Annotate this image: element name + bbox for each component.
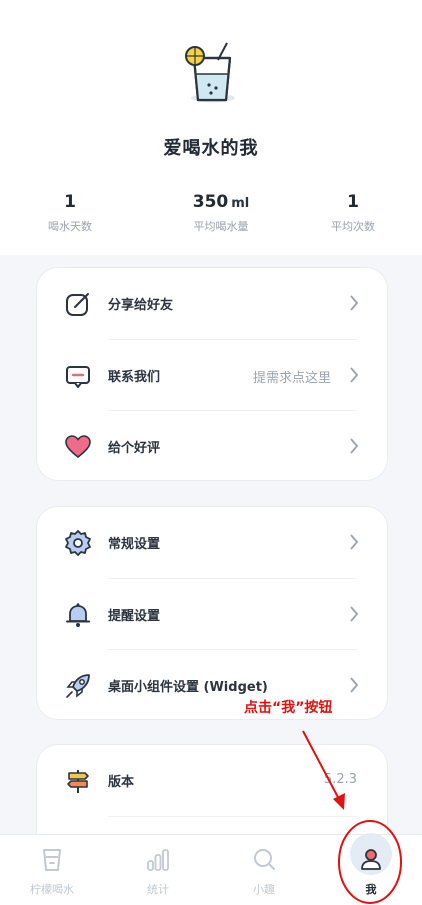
- menu-card-settings: 常规设置 提醒设置 桌面小组件设置 (Widget): [36, 506, 388, 720]
- tab-statistics[interactable]: 统计: [113, 835, 203, 905]
- tab-me[interactable]: 我: [326, 833, 416, 905]
- gear-icon: [65, 530, 91, 556]
- tab-lemon-drink[interactable]: 柠檬喝水: [7, 835, 97, 905]
- menu-item-label: 分享给好友: [108, 298, 174, 313]
- stat-unit: ml: [231, 196, 250, 211]
- drink-glass-icon: [180, 40, 242, 110]
- chevron-right-icon: [349, 294, 359, 312]
- rocket-icon: [65, 673, 91, 699]
- tab-label: 我: [365, 883, 377, 896]
- stat-avg-times: 1 平均次数: [326, 192, 380, 234]
- menu-item-share[interactable]: 分享给好友: [37, 268, 387, 339]
- menu-item-general-settings[interactable]: 常规设置: [37, 507, 387, 578]
- stat-value: 1: [64, 192, 76, 212]
- tab-label: 柠檬喝水: [30, 883, 74, 896]
- stat-label: 平均次数: [331, 220, 375, 233]
- menu-item-label: 常规设置: [108, 537, 161, 552]
- chevron-right-icon: [349, 605, 359, 623]
- menu-item-label: 给个好评: [108, 441, 161, 456]
- message-icon: [65, 363, 91, 389]
- stat-avg-amount: 350 ml 平均喝水量: [176, 192, 266, 234]
- bell-icon: [65, 602, 91, 628]
- cup-icon: [40, 847, 64, 873]
- heart-icon: [65, 434, 91, 460]
- menu-card-social: 分享给好友 联系我们 提需求点这里 给个好评: [36, 267, 388, 481]
- chevron-right-icon: [349, 366, 359, 384]
- menu-item-label: 桌面小组件设置 (Widget): [108, 680, 268, 695]
- share-icon: [65, 291, 91, 317]
- menu-item-version[interactable]: 版本 5.2.3: [37, 745, 387, 816]
- bar-chart-icon: [146, 847, 170, 873]
- divider: [108, 816, 357, 817]
- version-number: 5.2.3: [323, 772, 357, 787]
- tab-fun[interactable]: 小趣: [219, 835, 309, 905]
- nickname: 爱喝水的我: [163, 138, 259, 159]
- chevron-right-icon: [349, 437, 359, 455]
- stat-label: 平均喝水量: [193, 220, 249, 233]
- user-icon: [359, 847, 383, 873]
- search-icon: [252, 847, 276, 873]
- menu-item-widget-settings[interactable]: 桌面小组件设置 (Widget): [37, 650, 387, 721]
- menu-item-label: 提醒设置: [108, 609, 161, 624]
- menu-item-rate[interactable]: 给个好评: [37, 411, 387, 482]
- stat-drink-days: 1 喝水天数: [44, 192, 96, 234]
- tab-label: 小趣: [253, 883, 275, 896]
- menu-item-contact[interactable]: 联系我们 提需求点这里: [37, 340, 387, 411]
- signpost-icon: [65, 768, 91, 794]
- menu-item-label: 版本: [108, 775, 135, 790]
- chevron-right-icon: [349, 533, 359, 551]
- annotation-text: 点击“我”按钮: [244, 700, 333, 716]
- stat-value: 350: [192, 192, 229, 212]
- stat-label: 喝水天数: [48, 220, 92, 233]
- profile-header: 爱喝水的我 1 喝水天数 350 ml 平均喝水量 1 平均次数: [0, 0, 422, 255]
- stat-value: 1: [347, 192, 359, 212]
- chevron-right-icon: [349, 676, 359, 694]
- menu-item-hint: 提需求点这里: [252, 371, 331, 386]
- tab-label: 统计: [147, 883, 169, 896]
- menu-item-label: 联系我们: [108, 370, 161, 385]
- bottom-tab-bar: 柠檬喝水 统计 小趣 我: [0, 833, 422, 905]
- menu-item-reminder-settings[interactable]: 提醒设置: [37, 579, 387, 650]
